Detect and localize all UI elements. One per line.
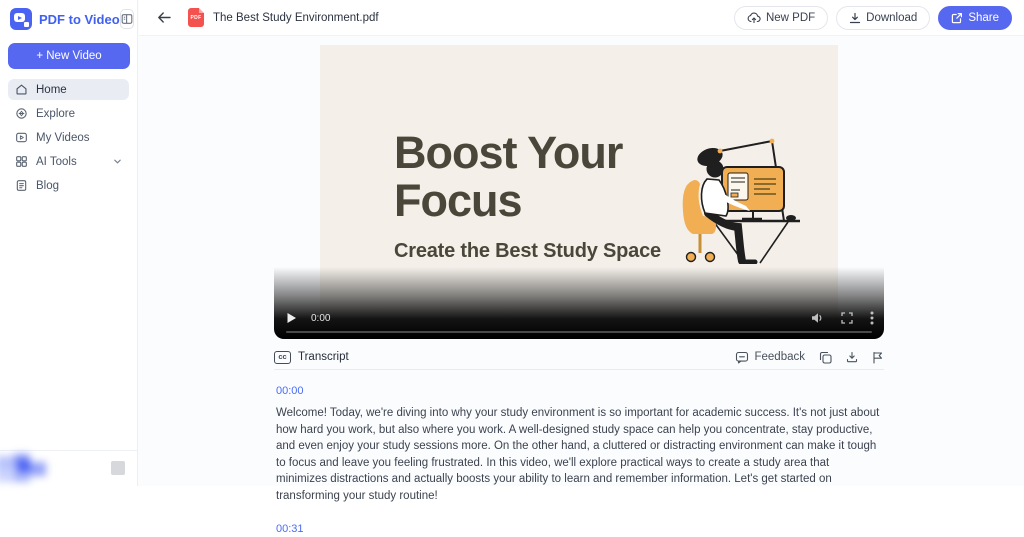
home-icon [16, 84, 27, 95]
transcript-text: Welcome! Today, we're diving into why yo… [276, 407, 880, 502]
back-arrow-icon [158, 12, 171, 23]
transcript-title: Transcript [298, 351, 349, 363]
sidebar-footer [0, 450, 137, 486]
seek-bar[interactable] [286, 330, 872, 333]
more-options-icon [870, 311, 874, 325]
sidebar-item-my-videos[interactable]: My Videos [8, 127, 129, 148]
pdf-file-icon: PDF [188, 8, 204, 27]
transcript-entry: 00:31 [276, 519, 880, 537]
sidebar-item-explore[interactable]: Explore [8, 103, 129, 124]
cloud-upload-icon [747, 12, 761, 23]
slide-text: Boost Your Focus Create the Best Study S… [394, 129, 694, 263]
share-icon [952, 12, 963, 23]
new-video-button[interactable]: + New Video [8, 43, 130, 69]
video-player[interactable]: Boost Your Focus Create the Best Study S… [274, 45, 884, 339]
copy-transcript-button[interactable] [819, 351, 832, 364]
topbar: PDF The Best Study Environment.pdf New P… [139, 0, 1024, 36]
divider [274, 369, 884, 370]
sidebar-item-label: My Videos [36, 131, 90, 144]
new-pdf-label: New PDF [765, 11, 816, 24]
current-time: 0:00 [311, 312, 331, 324]
sidebar-item-label: Blog [36, 179, 60, 192]
back-button[interactable] [155, 9, 174, 26]
main-content: Boost Your Focus Create the Best Study S… [139, 37, 1024, 535]
transcript-timestamp[interactable]: 00:00 [276, 385, 304, 397]
cc-icon: cc [274, 350, 291, 364]
flag-button[interactable] [872, 351, 884, 364]
volume-icon [812, 313, 822, 323]
fullscreen-button[interactable] [841, 312, 853, 324]
new-pdf-button[interactable]: New PDF [733, 5, 829, 30]
download-label: Download [866, 11, 918, 24]
app-logo-icon [10, 8, 32, 30]
share-button[interactable]: Share [938, 5, 1012, 30]
download-button[interactable]: Download [836, 5, 931, 30]
logo-row: PDF to Video [0, 0, 137, 36]
topbar-actions: New PDF Download Share [733, 5, 1012, 30]
transcript-body: 00:00 Welcome! Today, we're diving into … [276, 381, 880, 537]
chevron-down-icon [114, 159, 121, 164]
video-gradient-overlay [274, 267, 884, 339]
file-name: The Best Study Environment.pdf [213, 11, 379, 24]
transcript-toolbar: cc Transcript Feedback [274, 344, 884, 370]
flag-icon [873, 351, 883, 364]
copy-icon [819, 351, 832, 364]
app-window: PDF to Video + New Video Home Explore My… [0, 0, 1024, 535]
download-transcript-button[interactable] [846, 351, 858, 363]
sidebar-item-label: Home [36, 83, 67, 96]
play-icon [287, 313, 296, 323]
transcript-actions: Feedback [735, 351, 884, 364]
my-videos-icon [16, 132, 27, 143]
sidebar-item-label: Explore [36, 107, 75, 120]
sidebar-item-label: AI Tools [36, 155, 77, 168]
transcript-timestamp[interactable]: 00:31 [276, 523, 304, 535]
feedback-button[interactable]: Feedback [735, 351, 805, 364]
explore-icon [16, 108, 27, 119]
volume-button[interactable] [811, 312, 824, 324]
slide-title: Boost Your Focus [394, 127, 623, 226]
ai-tools-icon [16, 156, 27, 167]
blog-icon [16, 180, 27, 191]
sidebar-nav: Home Explore My Videos AI Tools Blog [0, 79, 137, 196]
video-controls: 0:00 [286, 310, 874, 326]
fullscreen-icon [841, 312, 853, 324]
slide-subtitle: Create the Best Study Space [394, 240, 661, 262]
share-label: Share [968, 11, 999, 24]
feedback-icon [736, 351, 749, 364]
app-title: PDF to Video [39, 11, 120, 27]
sidebar-item-ai-tools[interactable]: AI Tools [8, 151, 129, 172]
play-button[interactable] [286, 312, 297, 324]
download-icon [850, 12, 861, 23]
loading-thumbnail [0, 450, 62, 490]
sidebar-item-home[interactable]: Home [8, 79, 129, 100]
study-desk-illustration [682, 138, 800, 264]
download-transcript-icon [846, 351, 858, 363]
collapse-sidebar-button[interactable] [119, 9, 134, 29]
more-options-button[interactable] [870, 311, 874, 325]
sidebar-item-blog[interactable]: Blog [8, 175, 129, 196]
feedback-label: Feedback [754, 351, 805, 363]
footer-placeholder-square [111, 461, 125, 475]
collapse-sidebar-icon [121, 14, 133, 24]
sidebar: PDF to Video + New Video Home Explore My… [0, 0, 138, 486]
